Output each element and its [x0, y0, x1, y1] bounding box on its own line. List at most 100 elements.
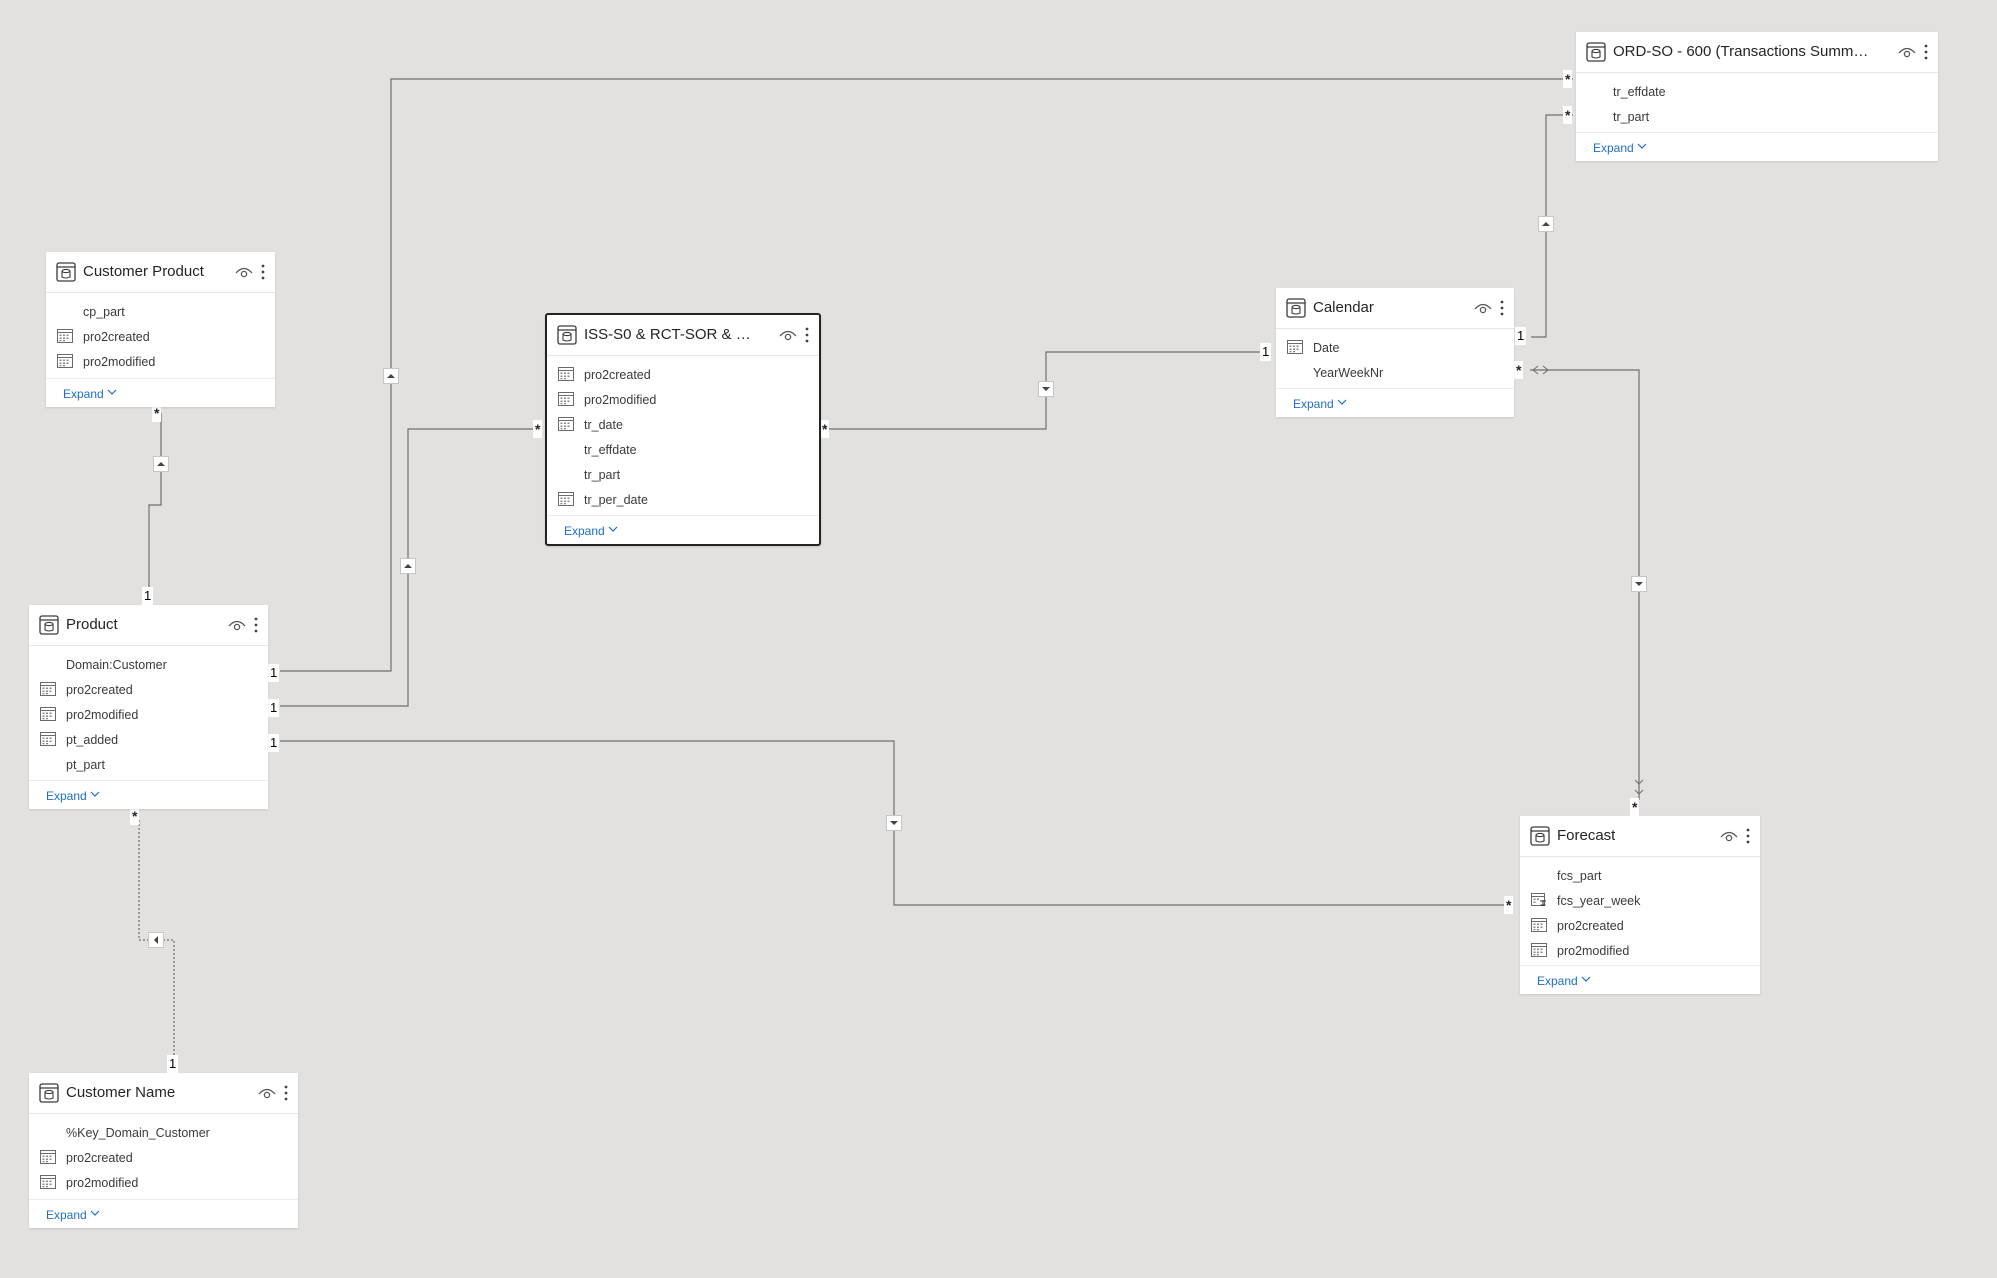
- crossfilter-arrow-up-icon[interactable]: [383, 368, 399, 384]
- more-options-icon[interactable]: [1923, 42, 1929, 62]
- visibility-eye-icon[interactable]: [1720, 829, 1738, 843]
- field-name: tr_part: [1613, 110, 1650, 124]
- cardinality-many: *: [1563, 70, 1573, 88]
- visibility-eye-icon[interactable]: [258, 1086, 276, 1100]
- expand-link[interactable]: Expand: [29, 1199, 298, 1228]
- calendar-icon: [558, 492, 574, 506]
- field-name: pt_part: [66, 758, 105, 772]
- field-row[interactable]: pro2created: [29, 1145, 298, 1170]
- table-header[interactable]: Customer Product: [46, 252, 275, 293]
- cardinality-many: *: [1630, 798, 1640, 816]
- table-ord-so-600[interactable]: ORD-SO - 600 (Transactions Summary) tr_ef…: [1576, 32, 1938, 161]
- field-row[interactable]: pro2modified: [29, 1170, 298, 1195]
- field-row[interactable]: cp_part: [46, 299, 275, 324]
- field-row[interactable]: pro2modified: [1520, 938, 1760, 963]
- visibility-eye-icon[interactable]: [779, 328, 797, 342]
- crossfilter-arrow-left-icon[interactable]: [148, 932, 164, 948]
- field-row[interactable]: fcs_part: [1520, 863, 1760, 888]
- field-name: tr_effdate: [1613, 85, 1666, 99]
- field-name: tr_date: [584, 418, 623, 432]
- crossfilter-arrow-up-icon[interactable]: [153, 456, 169, 472]
- field-name: %Key_Domain_Customer: [66, 1126, 210, 1140]
- more-options-icon[interactable]: [283, 1083, 289, 1103]
- table-iss-rct-ord[interactable]: ISS-S0 & RCT-SOR & ORD-... pro2createdpro…: [545, 313, 821, 546]
- rel-calendar-forecast: [1530, 369, 1640, 800]
- table-icon: [56, 262, 76, 282]
- field-row[interactable]: tr_effdate: [547, 437, 819, 462]
- calendar-icon: [1287, 340, 1303, 354]
- crossfilter-arrow-down-icon[interactable]: [886, 815, 902, 831]
- more-options-icon[interactable]: [1745, 826, 1751, 846]
- table-header[interactable]: ISS-S0 & RCT-SOR & ORD-...: [547, 315, 819, 356]
- cardinality-one: 1: [1260, 343, 1272, 361]
- cardinality-many: *: [533, 420, 543, 438]
- field-name: fcs_part: [1557, 869, 1602, 883]
- expand-label: Expand: [46, 1208, 87, 1222]
- field-row[interactable]: pro2created: [29, 677, 268, 702]
- visibility-eye-icon[interactable]: [1474, 301, 1492, 315]
- chevron-down-icon: [90, 791, 100, 797]
- field-name: pro2created: [66, 1151, 133, 1165]
- table-title: ISS-S0 & RCT-SOR & ORD-...: [584, 326, 756, 343]
- crossfilter-arrow-up-icon[interactable]: [1538, 216, 1554, 232]
- field-row[interactable]: pro2modified: [29, 702, 268, 727]
- field-list: %Key_Domain_Customer pro2created pro2modif…: [29, 1114, 298, 1195]
- chevron-down-icon: [107, 389, 117, 395]
- expand-label: Expand: [46, 789, 87, 803]
- expand-link[interactable]: Expand: [1576, 132, 1938, 161]
- expand-link[interactable]: Expand: [1276, 388, 1514, 417]
- more-options-icon[interactable]: [260, 262, 266, 282]
- more-options-icon[interactable]: [1499, 298, 1505, 318]
- field-row[interactable]: pt_added: [29, 727, 268, 752]
- field-row[interactable]: tr_per_date: [547, 487, 819, 512]
- crossfilter-arrow-down-icon[interactable]: [1038, 381, 1054, 397]
- field-row[interactable]: pro2modified: [547, 387, 819, 412]
- calendar-icon: [57, 354, 73, 368]
- rel-product-customerproduct: [148, 413, 162, 591]
- field-name: tr_effdate: [584, 443, 637, 457]
- table-header[interactable]: Product: [29, 605, 268, 646]
- field-row[interactable]: tr_date: [547, 412, 819, 437]
- expand-link[interactable]: Expand: [547, 515, 819, 544]
- cardinality-one: 1: [142, 587, 154, 605]
- crossfilter-arrow-up-icon[interactable]: [400, 558, 416, 574]
- table-customer-name[interactable]: Customer Name %Key_Domain_Customer pro2cre…: [29, 1073, 298, 1228]
- table-forecast[interactable]: Forecast fcs_part fcs_year_week pro2created…: [1520, 816, 1760, 994]
- field-row[interactable]: pt_part: [29, 752, 268, 777]
- table-header[interactable]: Calendar: [1276, 288, 1514, 329]
- table-header[interactable]: ORD-SO - 600 (Transactions Summary): [1576, 32, 1938, 73]
- table-customer-product[interactable]: Customer Product cp_part pro2created pro2mo…: [46, 252, 275, 407]
- table-title: ORD-SO - 600 (Transactions Summary): [1613, 43, 1875, 60]
- chevron-down-icon: [1337, 399, 1347, 405]
- field-name: pro2modified: [1557, 944, 1630, 958]
- field-row[interactable]: pro2created: [1520, 913, 1760, 938]
- visibility-eye-icon[interactable]: [235, 265, 253, 279]
- more-options-icon[interactable]: [253, 615, 259, 635]
- table-icon: [1286, 298, 1306, 318]
- field-row[interactable]: tr_effdate: [1576, 79, 1938, 104]
- table-product[interactable]: Product Domain:Customer pro2created pro2mod…: [29, 605, 268, 809]
- field-row[interactable]: tr_part: [547, 462, 819, 487]
- more-options-icon[interactable]: [804, 325, 810, 345]
- visibility-eye-icon[interactable]: [1898, 45, 1916, 59]
- field-row[interactable]: Domain:Customer: [29, 652, 268, 677]
- field-name: tr_part: [584, 468, 621, 482]
- table-header[interactable]: Forecast: [1520, 816, 1760, 857]
- field-row[interactable]: pro2created: [547, 362, 819, 387]
- visibility-eye-icon[interactable]: [228, 618, 246, 632]
- expand-link[interactable]: Expand: [29, 780, 268, 809]
- table-calendar[interactable]: Calendar Date YearWeekNr Expand: [1276, 288, 1514, 417]
- crossfilter-arrow-down-icon[interactable]: [1631, 576, 1647, 592]
- field-row[interactable]: pro2modified: [46, 349, 275, 374]
- field-row[interactable]: tr_part: [1576, 104, 1938, 129]
- expand-link[interactable]: Expand: [1520, 965, 1760, 994]
- field-row[interactable]: Date: [1276, 335, 1514, 360]
- field-list: fcs_part fcs_year_week pro2created pro2modi…: [1520, 857, 1760, 963]
- table-header[interactable]: Customer Name: [29, 1073, 298, 1114]
- field-row[interactable]: pro2created: [46, 324, 275, 349]
- field-row[interactable]: %Key_Domain_Customer: [29, 1120, 298, 1145]
- expand-link[interactable]: Expand: [46, 378, 275, 407]
- field-row[interactable]: fcs_year_week: [1520, 888, 1760, 913]
- cardinality-one: 1: [268, 664, 280, 682]
- field-row[interactable]: YearWeekNr: [1276, 360, 1514, 385]
